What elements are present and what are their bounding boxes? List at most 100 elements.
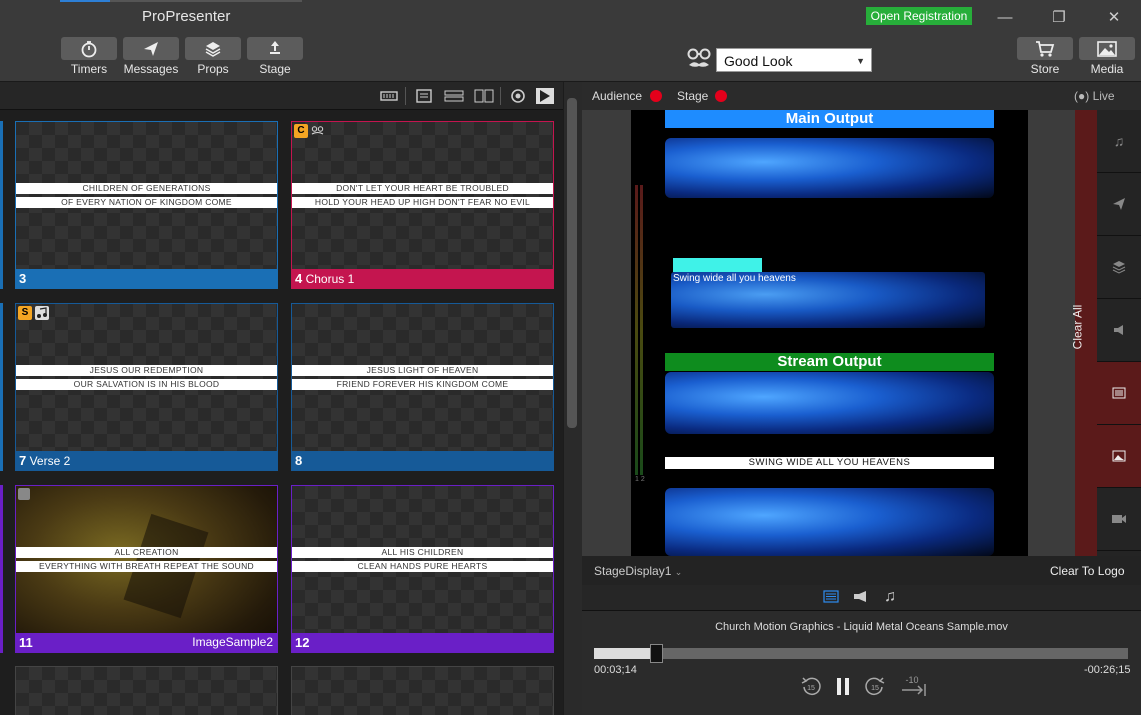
slide-line-1: DON'T LET YOUR HEART BE TROUBLED bbox=[292, 183, 553, 194]
clear-all-label: Clear All bbox=[1070, 304, 1085, 350]
slide-grid: CHILDREN OF GENERATIONS OF EVERY NATION … bbox=[0, 110, 563, 715]
media-current-time: 00:03;14 bbox=[594, 664, 637, 676]
media-progress-fill bbox=[594, 648, 656, 659]
media-progress-bar[interactable] bbox=[594, 648, 1128, 659]
send-icon bbox=[1113, 198, 1125, 210]
audience-live-indicator[interactable] bbox=[650, 90, 662, 102]
main-output-cyan-box bbox=[673, 258, 762, 272]
stream-output-wave-top bbox=[665, 372, 994, 434]
stage-display-select[interactable]: StageDisplay1 ⌄ bbox=[594, 564, 682, 578]
easy-view-icon[interactable] bbox=[474, 88, 494, 104]
media-remaining-time: -00:26;15 bbox=[1084, 664, 1131, 676]
megaphone-icon[interactable] bbox=[853, 590, 869, 608]
title-tab-active bbox=[60, 0, 110, 2]
grid-view-icon[interactable] bbox=[380, 88, 398, 104]
slide-list-icon[interactable] bbox=[823, 590, 839, 608]
props-label: Props bbox=[197, 62, 229, 76]
open-registration-button[interactable]: Open Registration bbox=[866, 7, 972, 25]
skip-minus-10-icon[interactable]: -10 bbox=[900, 674, 928, 698]
slide-7[interactable]: S JESUS OUR REDEMPTION OUR SALVATION IS … bbox=[15, 303, 278, 471]
megaphone-icon bbox=[1114, 325, 1123, 335]
clear-announcements-button[interactable] bbox=[1097, 299, 1141, 362]
selection-edge bbox=[0, 485, 3, 653]
slide-number: 12 bbox=[295, 635, 310, 650]
music-note-icon: ♫ bbox=[1113, 133, 1125, 149]
slide-11[interactable]: ALL CREATION EVERYTHING WITH BREATH REPE… bbox=[15, 485, 278, 653]
media-progress-handle[interactable] bbox=[650, 644, 663, 663]
selection-edge bbox=[0, 121, 3, 289]
play-icon[interactable] bbox=[536, 88, 554, 104]
send-icon bbox=[123, 37, 179, 60]
output-preview-canvas: 1 2 Main Output Swing wide all you heave… bbox=[631, 110, 1028, 556]
main-output-wave-top bbox=[665, 138, 994, 198]
list-view-icon[interactable] bbox=[415, 88, 433, 104]
minimize-icon[interactable]: — bbox=[992, 8, 1018, 28]
looks-icon[interactable] bbox=[686, 47, 712, 71]
slide-label-bar: 7 Verse 2 bbox=[16, 451, 277, 470]
timers-button[interactable]: Timers bbox=[61, 37, 117, 77]
media-button[interactable]: Media bbox=[1079, 37, 1135, 77]
audio-meter-right bbox=[640, 185, 643, 475]
forward-15-icon[interactable]: 15 bbox=[864, 675, 886, 697]
slide-line-1: JESUS LIGHT OF HEAVEN bbox=[292, 365, 553, 376]
clear-layers-panel: ♫ bbox=[1097, 110, 1141, 556]
slide-placeholder[interactable] bbox=[291, 666, 554, 715]
stream-output-wave-bottom bbox=[665, 488, 994, 556]
slide-line-2: CLEAN HANDS PURE HEARTS bbox=[292, 561, 553, 572]
selection-edge bbox=[0, 303, 3, 471]
stage-icon bbox=[247, 37, 303, 60]
slide-label-bar: 8 bbox=[292, 451, 553, 470]
pause-button[interactable] bbox=[836, 678, 850, 700]
stage-button[interactable]: Stage bbox=[247, 37, 303, 77]
layers-icon bbox=[185, 37, 241, 60]
slide-number: 3 bbox=[19, 271, 27, 286]
clear-background-button[interactable] bbox=[1097, 425, 1141, 488]
clear-slide-button[interactable] bbox=[1097, 362, 1141, 425]
slide-3[interactable]: CHILDREN OF GENERATIONS OF EVERY NATION … bbox=[15, 121, 278, 289]
props-button[interactable]: Props bbox=[185, 37, 241, 77]
clear-to-logo-button[interactable]: Clear To Logo bbox=[1050, 564, 1125, 578]
layers-icon bbox=[1112, 261, 1126, 274]
clear-all-button[interactable]: Clear All bbox=[1070, 110, 1097, 556]
cart-icon bbox=[1017, 37, 1073, 60]
slide-4[interactable]: C DON'T LET YOUR HEART BE TROUBLED HOLD … bbox=[291, 121, 554, 289]
slide-label-bar: 11 ImageSample2 bbox=[16, 633, 277, 652]
slide-group-label: Verse 2 bbox=[29, 454, 71, 468]
slide-line-2: HOLD YOUR HEAD UP HIGH DON'T FEAR NO EVI… bbox=[292, 197, 553, 208]
clear-audio-button[interactable]: ♫ bbox=[1097, 110, 1141, 173]
messages-button[interactable]: Messages bbox=[123, 37, 179, 77]
group-badge: S bbox=[18, 306, 32, 320]
toolbar-divider bbox=[405, 87, 406, 105]
slide-line-2: OUR SALVATION IS IN HIS BLOOD bbox=[16, 379, 277, 390]
stage-output-label: Stage bbox=[677, 89, 709, 103]
music-note-icon bbox=[35, 306, 49, 320]
video-icon bbox=[1112, 515, 1126, 523]
output-header bbox=[582, 82, 1141, 110]
clear-props-button[interactable] bbox=[1097, 236, 1141, 299]
stage-label: Stage bbox=[259, 62, 291, 76]
rewind-15-icon[interactable]: 15 bbox=[800, 675, 822, 697]
clear-video-button[interactable] bbox=[1097, 488, 1141, 551]
media-cue-icon bbox=[18, 488, 30, 500]
record-icon[interactable] bbox=[509, 88, 527, 104]
app-title: ProPresenter bbox=[142, 8, 231, 25]
live-label: Live bbox=[1092, 89, 1115, 103]
store-button[interactable]: Store bbox=[1017, 37, 1073, 77]
slide-placeholder[interactable] bbox=[15, 666, 278, 715]
clear-messages-button[interactable] bbox=[1097, 173, 1141, 236]
text-view-icon[interactable] bbox=[444, 88, 464, 104]
close-icon[interactable]: ✕ bbox=[1101, 8, 1127, 28]
slide-scroll-thumb[interactable] bbox=[567, 98, 577, 428]
slide-8[interactable]: JESUS LIGHT OF HEAVEN FRIEND FOREVER HIS… bbox=[291, 303, 554, 471]
look-select[interactable]: Good Look ▼ bbox=[716, 48, 872, 72]
restore-icon[interactable]: ❐ bbox=[1046, 8, 1072, 28]
media-title: Church Motion Graphics - Liquid Metal Oc… bbox=[715, 621, 1008, 633]
broadcast-icon: (●) bbox=[1074, 89, 1090, 103]
slide-12[interactable]: ALL HIS CHILDREN CLEAN HANDS PURE HEARTS… bbox=[291, 485, 554, 653]
music-note-icon[interactable]: ♫ bbox=[884, 588, 896, 606]
stage-live-indicator[interactable] bbox=[715, 90, 727, 102]
slide-media-label: ImageSample2 bbox=[192, 635, 273, 649]
slide-number: 11 bbox=[19, 635, 33, 650]
toolbar-divider bbox=[500, 87, 501, 105]
live-button[interactable]: (●) Live bbox=[1074, 89, 1115, 103]
